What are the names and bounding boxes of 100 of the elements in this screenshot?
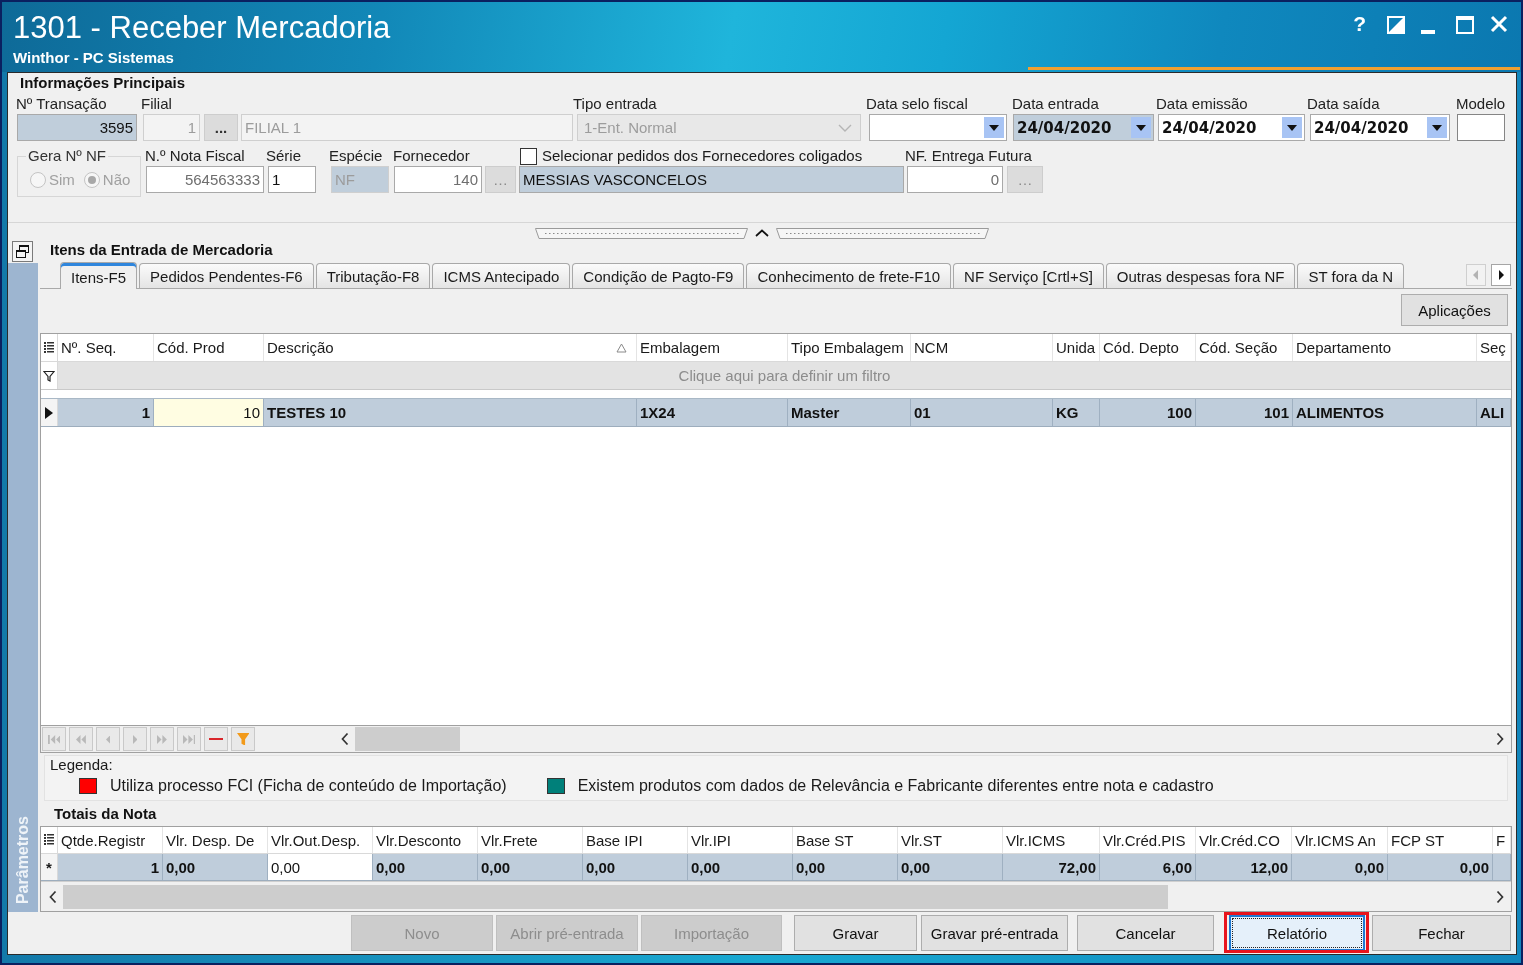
transaction-field[interactable]: 3595 bbox=[17, 114, 137, 141]
column-header[interactable]: Tipo Embalagem bbox=[788, 334, 911, 361]
horizontal-scrollbar[interactable] bbox=[41, 881, 1511, 911]
scroll-right-icon[interactable] bbox=[1491, 264, 1511, 286]
future-delivery-field[interactable]: 0 bbox=[907, 166, 1003, 193]
dropdown-icon[interactable] bbox=[984, 117, 1004, 138]
close-icon[interactable] bbox=[1490, 15, 1508, 33]
column-header[interactable]: Cód. Seção bbox=[1196, 334, 1293, 361]
action-button[interactable]: Relatório bbox=[1229, 915, 1365, 951]
scrollbar-thumb[interactable] bbox=[63, 884, 1168, 909]
checkbox[interactable] bbox=[520, 147, 537, 165]
chevron-left-icon[interactable] bbox=[49, 889, 57, 904]
tab[interactable]: ICMS Antecipado bbox=[432, 263, 571, 288]
column-header[interactable]: NCM bbox=[911, 334, 1053, 361]
action-button[interactable]: Gravar pré-entrada bbox=[921, 915, 1068, 951]
tab[interactable]: NF Serviço [Crtl+S] bbox=[953, 263, 1104, 288]
action-button[interactable]: Cancelar bbox=[1077, 915, 1214, 951]
applications-button[interactable]: Aplicações bbox=[1401, 294, 1508, 326]
field-label: Espécie bbox=[329, 147, 383, 165]
column-header[interactable]: Base ST bbox=[793, 827, 898, 853]
table-row[interactable]: * 1 0,00 0,00 0,00 0,00 0,00 0,00 0,00 0,00 72,00 6,00 12,00 0,00 0,00 bbox=[41, 854, 1511, 881]
field-label: Data entrada bbox=[1012, 95, 1099, 113]
action-button[interactable]: Fechar bbox=[1372, 915, 1511, 951]
table-cell: 0,00 bbox=[478, 854, 583, 880]
date-field[interactable]: 24/04/2020 bbox=[1158, 114, 1305, 141]
column-header[interactable]: Departamento bbox=[1293, 334, 1477, 361]
column-header[interactable]: Unida bbox=[1053, 334, 1100, 361]
table-cell: 100 bbox=[1100, 399, 1196, 426]
column-header[interactable]: Descrição bbox=[264, 334, 637, 361]
column-header[interactable]: Qtde.Registr bbox=[58, 827, 163, 853]
column-header[interactable]: Cód. Prod bbox=[154, 334, 264, 361]
row-pointer-icon bbox=[45, 406, 53, 419]
column-header[interactable]: Embalagem bbox=[637, 334, 788, 361]
field-label: N.º Nota Fiscal bbox=[145, 147, 245, 165]
table-cell: 01 bbox=[911, 399, 1053, 426]
column-header[interactable]: Vlr.ICMS bbox=[1003, 827, 1100, 853]
column-header[interactable]: Nº. Seq. bbox=[58, 334, 154, 361]
filter-icon[interactable] bbox=[43, 369, 55, 382]
double-right-icon bbox=[157, 734, 167, 744]
date-field[interactable] bbox=[869, 114, 1007, 141]
column-header[interactable]: Vlr.Créd.CO bbox=[1196, 827, 1292, 853]
checkbox-label[interactable]: Selecionar pedidos dos Fornecedores coligados bbox=[542, 147, 863, 165]
table-cell: 0,00 bbox=[268, 854, 373, 880]
column-header[interactable]: Vlr.Out.Desp. bbox=[268, 827, 373, 853]
column-chooser-icon[interactable] bbox=[44, 834, 54, 846]
tab[interactable]: Conhecimento de frete-F10 bbox=[746, 263, 952, 288]
dropdown-icon[interactable] bbox=[1131, 117, 1151, 138]
contrast-icon[interactable] bbox=[1387, 16, 1405, 34]
window-subtitle: Winthor - PC Sistemas bbox=[13, 49, 174, 67]
scrollbar-thumb[interactable] bbox=[355, 727, 460, 751]
action-button[interactable]: Gravar bbox=[794, 915, 917, 951]
column-header[interactable]: Seç bbox=[1477, 334, 1511, 361]
dropdown-icon[interactable] bbox=[1282, 117, 1302, 138]
tab[interactable]: Outras despesas fora NF bbox=[1105, 263, 1296, 288]
date-field[interactable]: 24/04/2020 bbox=[1310, 114, 1450, 141]
supplier-code-field[interactable]: 140 bbox=[394, 166, 482, 193]
tab[interactable]: Condição de Pagto-F9 bbox=[572, 263, 745, 288]
supplier-name-field[interactable]: MESSIAS VASCONCELOS bbox=[519, 166, 904, 193]
table-cell: 72,00 bbox=[1003, 854, 1100, 880]
column-header[interactable]: F bbox=[1493, 827, 1511, 853]
date-field[interactable]: 24/04/2020 bbox=[1013, 114, 1154, 141]
right-triangle-icon bbox=[132, 734, 138, 744]
dropdown-icon[interactable] bbox=[1427, 117, 1447, 138]
section-title: Itens da Entrada de Mercadoria bbox=[50, 240, 273, 260]
column-header[interactable]: Vlr. Desp. De bbox=[163, 827, 268, 853]
left-triangle-icon bbox=[105, 734, 111, 744]
tab[interactable]: ST fora da N bbox=[1297, 263, 1405, 288]
field-label: Nº Transação bbox=[16, 95, 107, 113]
column-header[interactable]: Vlr.ST bbox=[898, 827, 1003, 853]
column-header[interactable]: Vlr.ICMS An bbox=[1292, 827, 1388, 853]
column-header[interactable]: Vlr.Créd.PIS bbox=[1100, 827, 1196, 853]
table-cell: 0,00 bbox=[373, 854, 478, 880]
column-header[interactable]: Vlr.Frete bbox=[478, 827, 583, 853]
column-header[interactable]: FCP ST bbox=[1388, 827, 1493, 853]
tab[interactable]: Itens-F5 bbox=[60, 262, 138, 289]
splitter-handle[interactable] bbox=[535, 228, 989, 239]
series-field[interactable]: 1 bbox=[268, 166, 316, 193]
restore-icon[interactable] bbox=[12, 241, 33, 262]
model-field[interactable] bbox=[1457, 114, 1505, 141]
column-header[interactable]: Vlr.Desconto bbox=[373, 827, 478, 853]
double-left-icon bbox=[76, 734, 86, 744]
maximize-icon[interactable] bbox=[1456, 16, 1474, 34]
help-button[interactable]: ? bbox=[1353, 14, 1366, 34]
column-chooser-icon[interactable] bbox=[44, 341, 54, 354]
chevron-right-icon[interactable] bbox=[1496, 889, 1504, 904]
invoice-number-field[interactable]: 564563333 bbox=[146, 166, 264, 193]
column-header[interactable]: Cód. Depto bbox=[1100, 334, 1196, 361]
row-indicator: * bbox=[46, 859, 52, 875]
column-header[interactable]: Base IPI bbox=[583, 827, 688, 853]
navigator-button[interactable] bbox=[204, 727, 228, 751]
chevron-left-icon[interactable] bbox=[341, 732, 349, 746]
table-cell: 0,00 bbox=[583, 854, 688, 880]
field-label: Data saída bbox=[1307, 95, 1380, 113]
tab[interactable]: Tributação-F8 bbox=[315, 263, 431, 288]
chevron-right-icon[interactable] bbox=[1496, 732, 1504, 746]
table-row[interactable]: 1 10 TESTES 10 1X24 Master 01 KG 100 101 ALIMENTOS ALI bbox=[41, 399, 1511, 427]
tab[interactable]: Pedidos Pendentes-F6 bbox=[139, 263, 314, 288]
column-header[interactable]: Vlr.IPI bbox=[688, 827, 793, 853]
field-label: Tipo entrada bbox=[573, 95, 657, 113]
table-cell: 0,00 bbox=[688, 854, 793, 880]
